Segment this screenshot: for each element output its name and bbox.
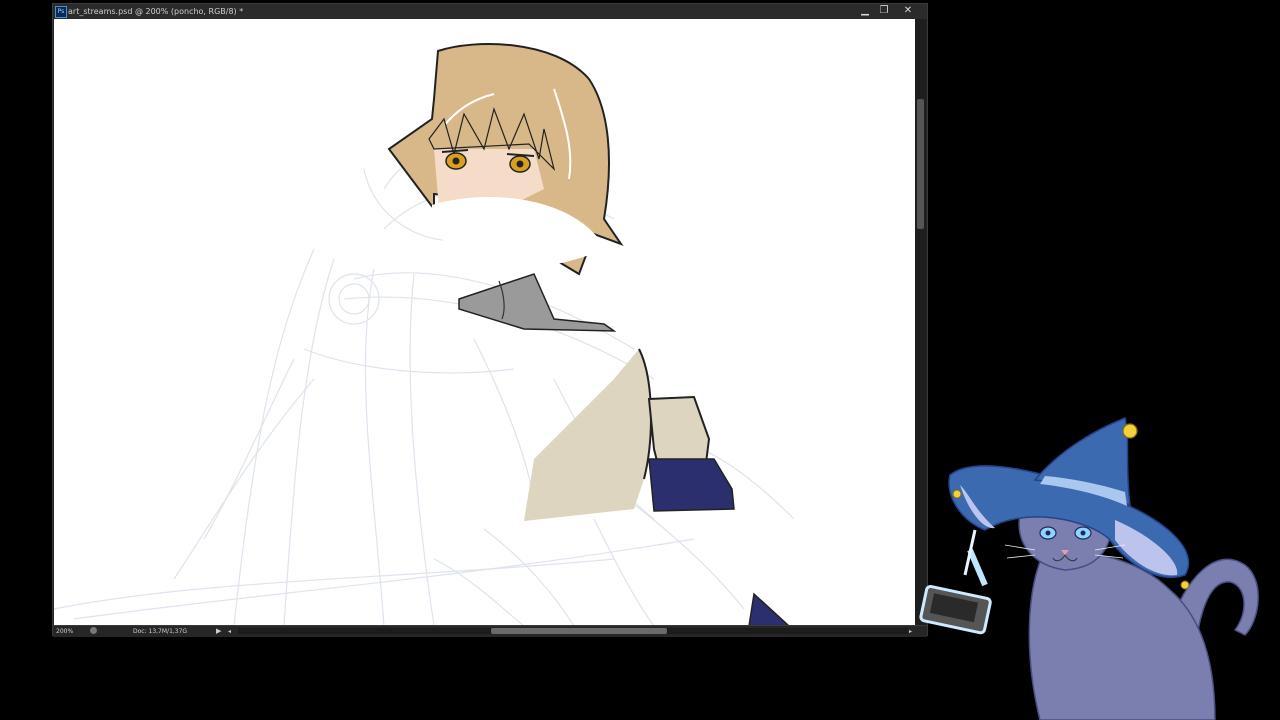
status-icon[interactable] <box>90 627 97 634</box>
horizontal-scrollbar[interactable] <box>238 628 908 634</box>
cat-wizard-mascot <box>919 416 1259 720</box>
title-bar[interactable]: Ps art_streams.psd @ 200% (poncho, RGB/8… <box>53 4 927 20</box>
wand-icon <box>919 529 992 635</box>
vertical-scroll-thumb[interactable] <box>917 99 924 229</box>
minimize-button[interactable]: ▁ <box>856 4 874 17</box>
scroll-right-icon[interactable]: ▸ <box>909 626 912 637</box>
photoshop-icon: Ps <box>55 6 67 18</box>
maximize-button[interactable]: ❐ <box>875 4 893 17</box>
scroll-left-icon[interactable]: ◂ <box>228 626 231 637</box>
status-bar: 200% Doc: 13,7M/1,37G ▶ ◂ ▸ <box>53 625 927 637</box>
artwork <box>54 43 795 626</box>
close-button[interactable]: ✕ <box>899 4 917 17</box>
document-title: art_streams.psd @ 200% (poncho, RGB/8) * <box>68 7 244 16</box>
document-window: Ps art_streams.psd @ 200% (poncho, RGB/8… <box>52 3 928 637</box>
coat <box>648 458 735 512</box>
zoom-field[interactable]: 200% <box>56 627 86 636</box>
status-menu-arrow-icon[interactable]: ▶ <box>216 626 221 637</box>
poncho <box>524 349 651 521</box>
horizontal-scroll-thumb[interactable] <box>491 628 667 634</box>
document-size: Doc: 13,7M/1,37G <box>133 628 188 635</box>
drawing-canvas[interactable] <box>54 19 915 626</box>
sketch-lines <box>54 137 795 626</box>
